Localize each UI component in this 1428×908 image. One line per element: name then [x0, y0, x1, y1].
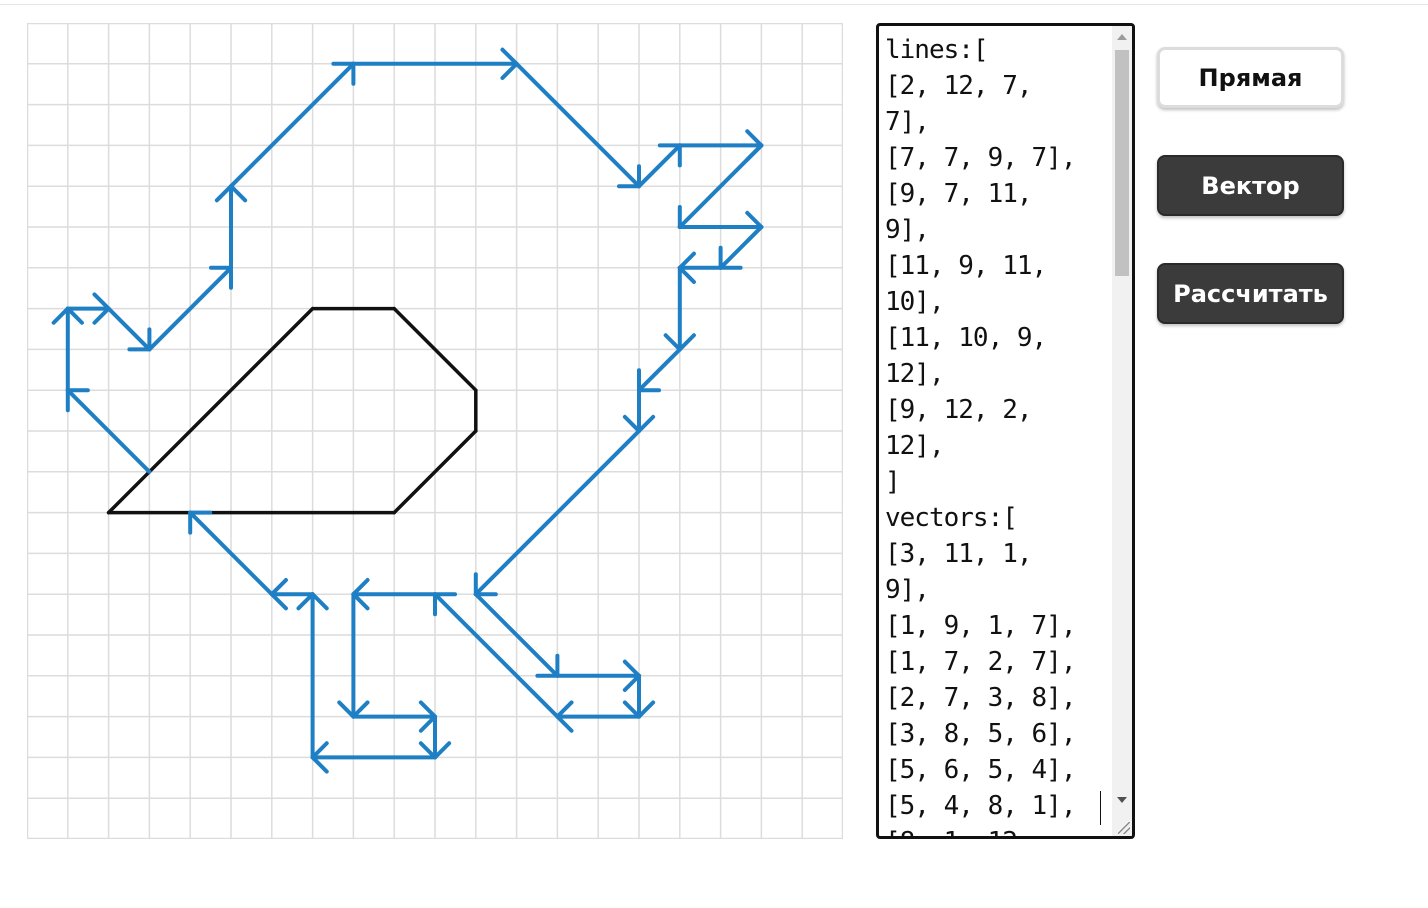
vector-arrowhead — [51, 306, 70, 325]
vector-arrowhead — [310, 592, 329, 611]
scroll-thumb[interactable] — [1115, 50, 1129, 276]
vector-arrowhead — [65, 306, 84, 325]
vector-shaft — [637, 143, 682, 189]
vector-shaft — [718, 225, 764, 270]
vector-arrowhead — [622, 673, 641, 692]
vector-arrowhead — [677, 251, 696, 270]
vector-arrowhead — [637, 414, 656, 433]
vector-arrowhead — [745, 210, 764, 229]
vector-arrow — [65, 292, 111, 325]
vector-arrow — [514, 61, 641, 189]
vector-shaft — [514, 61, 641, 189]
vector-arrowhead — [433, 741, 452, 760]
coordinates-text[interactable]: lines:[ [2, 12, 7, 7], [7, 7, 9, 7], [9,… — [885, 32, 1109, 836]
vector-arrow — [637, 143, 682, 189]
vector-arrowhead — [351, 700, 370, 719]
vector-arrowhead — [663, 333, 682, 352]
vector-arrowhead — [622, 700, 641, 719]
vector-arrowhead — [269, 592, 288, 611]
vector-arrowhead — [337, 700, 356, 719]
scroll-up-arrow-icon[interactable] — [1117, 34, 1127, 40]
scroll-down-arrow-icon[interactable] — [1117, 797, 1127, 803]
vector-arrow — [106, 306, 152, 352]
vector-arrowhead — [418, 700, 437, 719]
vector-arrowhead — [269, 578, 288, 597]
line-button[interactable]: Прямая — [1157, 47, 1344, 108]
vector-arrowhead — [229, 184, 248, 203]
vector-arrowhead — [92, 306, 111, 325]
coordinates-textarea[interactable]: lines:[ [2, 12, 7, 7], [7, 7, 9, 7], [9,… — [876, 23, 1135, 839]
vector-arrowhead — [351, 578, 370, 597]
vector-arrowhead — [418, 741, 437, 760]
vector-arrowhead — [500, 61, 519, 80]
vector-arrowhead — [92, 292, 111, 311]
vector-arrowhead — [677, 333, 696, 352]
vector-arrow — [418, 714, 452, 760]
vector-arrowhead — [745, 129, 764, 148]
vector-shaft — [229, 61, 356, 189]
calculate-button[interactable]: Рассчитать — [1157, 263, 1344, 324]
vector-arrow — [229, 61, 356, 189]
vector-arrowhead — [310, 741, 329, 760]
textarea-scrollbar[interactable] — [1112, 26, 1132, 836]
vector-arrowhead — [622, 659, 641, 678]
vector-arrowhead — [677, 265, 696, 284]
vector-arrowhead — [296, 592, 315, 611]
vector-arrowhead — [555, 700, 574, 719]
text-caret — [1100, 791, 1101, 825]
vector-arrowhead — [500, 47, 519, 66]
vector-arrowhead — [351, 592, 370, 611]
grid-svg[interactable] — [27, 23, 843, 839]
vector-arrow — [622, 673, 656, 719]
vector-arrowhead — [418, 714, 437, 733]
vector-shaft — [106, 306, 152, 352]
vector-arrow — [269, 578, 315, 611]
vector-arrow — [637, 347, 682, 393]
vector-arrow — [310, 741, 437, 774]
vector-arrow — [622, 388, 656, 433]
resize-grip-icon[interactable] — [1118, 822, 1130, 834]
vector-arrowhead — [214, 184, 233, 203]
vector-arrowhead — [622, 414, 641, 433]
top-divider — [0, 4, 1428, 5]
vector-arrowhead — [310, 755, 329, 774]
vector-shaft — [637, 347, 682, 393]
vector-arrow — [677, 251, 723, 284]
vectors-layer — [51, 47, 764, 774]
vector-arrowhead — [637, 700, 656, 719]
vector-button[interactable]: Вектор — [1157, 155, 1344, 216]
drawing-canvas[interactable] — [27, 23, 843, 839]
vector-arrow — [337, 592, 370, 719]
vector-arrow — [718, 225, 764, 270]
lines-layer — [106, 306, 478, 515]
vector-arrowhead — [555, 714, 574, 733]
